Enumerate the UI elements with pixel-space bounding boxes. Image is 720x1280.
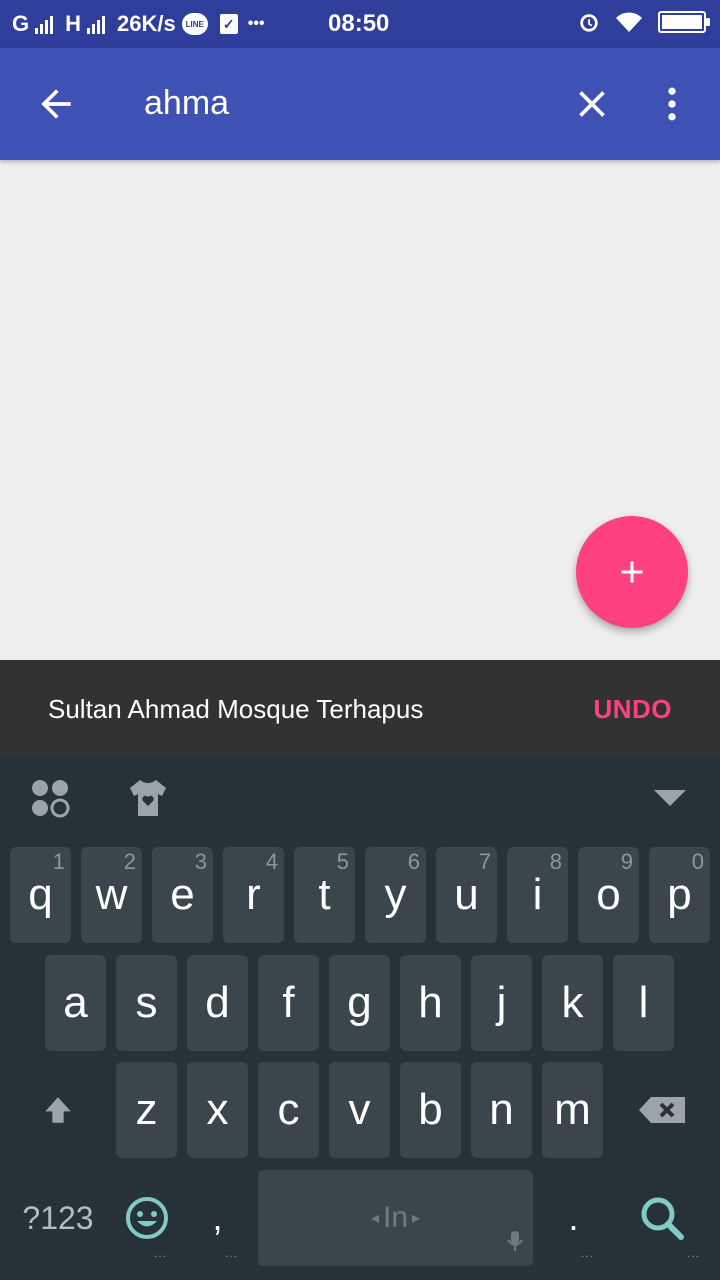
key-l[interactable]: l: [613, 955, 674, 1051]
backspace-key[interactable]: [614, 1062, 710, 1158]
key-hint: 4: [265, 849, 278, 874]
key-letter: y: [384, 870, 407, 919]
network-speed: 26K/s: [117, 11, 176, 36]
space-bar[interactable]: ◂ In ▸: [258, 1170, 533, 1266]
key-o[interactable]: o9: [578, 847, 639, 943]
key-b[interactable]: b: [400, 1062, 461, 1158]
key-hint: 7: [478, 849, 491, 874]
key-hint: 5: [336, 849, 349, 874]
line-app-icon: LINE: [181, 13, 208, 35]
clock: 08:50: [328, 10, 390, 37]
screen: G H 26K/s LINE ✓ ••• 08:50 ahma Sultan A…: [0, 0, 720, 1280]
more-vert-icon[interactable]: [650, 82, 694, 126]
keyboard-toolbar: [0, 756, 720, 840]
long-press-dots: ...: [153, 1246, 167, 1260]
theme-shirt-icon[interactable]: [126, 776, 170, 820]
shift-icon: [45, 1097, 71, 1123]
clear-icon[interactable]: [570, 82, 614, 126]
key-letter: o: [596, 870, 621, 919]
key-g[interactable]: g: [329, 955, 390, 1051]
battery-icon: [658, 11, 710, 33]
key-letter: t: [318, 870, 331, 919]
undo-button[interactable]: UNDO: [593, 694, 672, 725]
key-t[interactable]: t5: [294, 847, 355, 943]
key-d[interactable]: d: [187, 955, 248, 1051]
search-app-bar: ahma: [0, 48, 720, 160]
key-k[interactable]: k: [542, 955, 603, 1051]
key-letter: q: [28, 870, 53, 919]
key-x[interactable]: x: [187, 1062, 248, 1158]
key-q[interactable]: q1: [10, 847, 71, 943]
keyboard: q 1 w 2 e 3 r 4 t 5 y 6 u 7 i 8 o 9 p 0 a s d f g h j k l z x c v b n m ?123…: [0, 756, 720, 1280]
key-s[interactable]: s: [116, 955, 177, 1051]
key-letter: u: [454, 870, 479, 919]
key-v[interactable]: v: [329, 1062, 390, 1158]
long-press-dots: ...: [224, 1246, 238, 1260]
arrow-right-icon: ▸: [412, 1210, 421, 1227]
emoji-icon: [125, 1197, 168, 1239]
shift-key[interactable]: [10, 1062, 106, 1158]
period-key[interactable]: ....: [543, 1170, 604, 1266]
key-w[interactable]: w2: [81, 847, 142, 943]
key-e[interactable]: e3: [152, 847, 213, 943]
status-bar: G H 26K/s LINE ✓ ••• 08:50: [0, 0, 720, 48]
plus-icon: [621, 561, 643, 583]
symbols-key[interactable]: ?123: [10, 1170, 106, 1266]
long-press-dots: ...: [686, 1246, 700, 1260]
carrier-1: G: [12, 11, 30, 36]
key-f[interactable]: f: [258, 955, 319, 1051]
key-hint: 9: [620, 849, 633, 874]
apps-icon[interactable]: [28, 776, 72, 820]
key-j[interactable]: j: [471, 955, 532, 1051]
wifi-icon: [616, 12, 642, 32]
key-letter: w: [95, 870, 128, 919]
key-hint: 3: [194, 849, 207, 874]
long-press-dots: ...: [580, 1246, 594, 1260]
emoji-key[interactable]: ...: [116, 1170, 177, 1266]
key-letter: p: [667, 870, 692, 919]
checkbox-icon: ✓: [219, 14, 238, 34]
key-r[interactable]: r4: [223, 847, 284, 943]
key-hint: 6: [407, 849, 420, 874]
key-c[interactable]: c: [258, 1062, 319, 1158]
arrow-left-icon: ◂: [370, 1210, 379, 1227]
key-letter: r: [246, 870, 261, 919]
key-hint: 2: [123, 849, 136, 874]
status-right: [578, 10, 710, 34]
add-button[interactable]: [576, 516, 688, 628]
search-key[interactable]: ...: [614, 1170, 710, 1266]
key-p[interactable]: p0: [649, 847, 710, 943]
key-letter: e: [170, 870, 195, 919]
overflow-dots: •••: [247, 15, 265, 32]
key-i[interactable]: i8: [507, 847, 568, 943]
key-y[interactable]: y6: [365, 847, 426, 943]
comma-key[interactable]: ,...: [187, 1170, 248, 1266]
hide-keyboard-icon[interactable]: [648, 776, 692, 820]
key-h[interactable]: h: [400, 955, 461, 1051]
signal-icon: [87, 14, 106, 34]
status-left: G H 26K/s LINE ✓ •••: [12, 11, 265, 37]
alarm-icon: [580, 14, 598, 32]
carrier-2: H: [65, 11, 82, 36]
signal-icon: [35, 14, 54, 34]
key-z[interactable]: z: [116, 1062, 177, 1158]
snackbar: Sultan Ahmad Mosque Terhapus UNDO: [0, 660, 720, 756]
search-icon: [641, 1197, 684, 1240]
key-m[interactable]: m: [542, 1062, 603, 1158]
back-arrow-icon[interactable]: [34, 82, 78, 126]
key-hint: 1: [52, 849, 65, 874]
key-n[interactable]: n: [471, 1062, 532, 1158]
backspace-icon: [639, 1097, 685, 1123]
mic-icon: [507, 1226, 523, 1260]
key-u[interactable]: u7: [436, 847, 497, 943]
key-a[interactable]: a: [45, 955, 106, 1051]
space-label: In: [382, 1201, 409, 1234]
key-hint: 0: [691, 849, 704, 874]
search-input[interactable]: ahma: [144, 84, 229, 123]
snackbar-message: Sultan Ahmad Mosque Terhapus: [48, 694, 424, 724]
key-hint: 8: [549, 849, 562, 874]
key-letter: i: [532, 870, 543, 919]
